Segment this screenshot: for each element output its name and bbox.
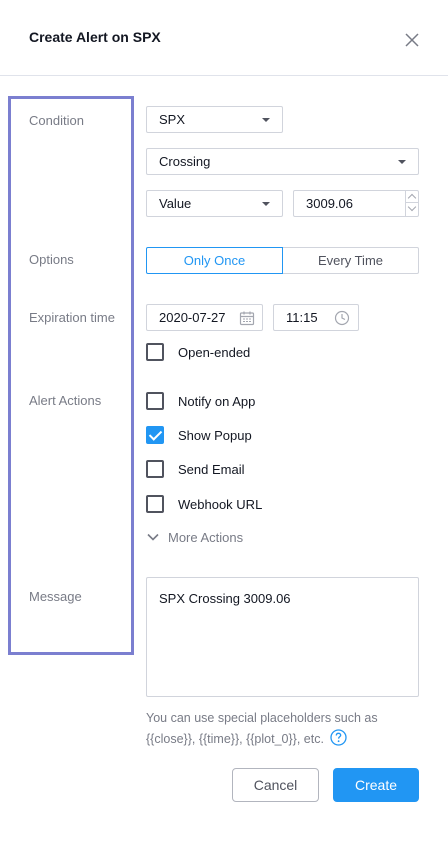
chevron-down-icon	[147, 533, 159, 541]
open-ended-checkbox[interactable]: Open-ended	[146, 343, 250, 361]
only-once-option[interactable]: Only Once	[146, 247, 283, 274]
help-icon[interactable]	[330, 729, 348, 746]
more-actions-label: More Actions	[168, 529, 244, 545]
message-textarea[interactable]: SPX Crossing 3009.06	[146, 577, 419, 697]
labels-highlight-frame	[8, 96, 134, 655]
webhook-box[interactable]	[146, 495, 164, 513]
every-time-option[interactable]: Every Time	[283, 247, 419, 274]
target-type-select[interactable]: Value	[146, 190, 283, 217]
symbol-value: SPX	[159, 112, 186, 127]
alert-actions-label: Alert Actions	[29, 393, 102, 408]
trigger-options-toggle: Only Once Every Time	[146, 247, 419, 274]
chevron-down-icon	[262, 202, 270, 206]
webhook-label: Webhook URL	[178, 496, 263, 512]
symbol-select[interactable]: SPX	[146, 106, 283, 133]
expiration-date-text: 2020-07-27	[159, 310, 226, 325]
show-popup-label: Show Popup	[178, 427, 252, 443]
notify-app-label: Notify on App	[178, 393, 256, 409]
message-text: SPX Crossing 3009.06	[159, 591, 291, 606]
target-value-text: 3009.06	[306, 196, 353, 211]
placeholder-hint: You can use special placeholders such as…	[146, 708, 426, 750]
stepper-down-button[interactable]	[406, 203, 418, 215]
stepper-up-button[interactable]	[406, 191, 418, 203]
dialog-title: Create Alert on SPX	[29, 29, 161, 45]
create-alert-dialog: Create Alert on SPX Condition Options Ex…	[0, 0, 448, 842]
cancel-button[interactable]: Cancel	[232, 768, 319, 802]
chevron-down-icon	[262, 118, 270, 122]
expiration-date-input[interactable]: 2020-07-27	[146, 304, 263, 331]
open-ended-box[interactable]	[146, 343, 164, 361]
notify-app-checkbox[interactable]: Notify on App	[146, 392, 255, 410]
show-popup-checkbox[interactable]: Show Popup	[146, 426, 252, 444]
calendar-icon	[239, 311, 255, 326]
more-actions-toggle[interactable]: More Actions	[146, 528, 243, 546]
webhook-checkbox[interactable]: Webhook URL	[146, 495, 262, 513]
message-label: Message	[29, 589, 82, 604]
target-value-input[interactable]: 3009.06	[293, 190, 419, 217]
close-icon	[405, 33, 419, 47]
send-email-label: Send Email	[178, 461, 245, 477]
create-button[interactable]: Create	[333, 768, 419, 802]
clock-icon	[334, 310, 350, 326]
expiration-label: Expiration time	[29, 310, 115, 325]
target-type-value: Value	[159, 196, 192, 211]
value-stepper	[405, 191, 418, 216]
chevron-down-icon	[398, 160, 406, 164]
condition-label: Condition	[29, 113, 84, 128]
options-label: Options	[29, 252, 74, 267]
dialog-header: Create Alert on SPX	[0, 0, 448, 76]
notify-app-box[interactable]	[146, 392, 164, 410]
send-email-checkbox[interactable]: Send Email	[146, 460, 244, 478]
send-email-box[interactable]	[146, 460, 164, 478]
close-button[interactable]	[400, 28, 424, 52]
operator-value: Crossing	[159, 154, 211, 169]
open-ended-label: Open-ended	[178, 344, 251, 360]
show-popup-box[interactable]	[146, 426, 164, 444]
operator-select[interactable]: Crossing	[146, 148, 419, 175]
expiration-time-text: 11:15	[286, 310, 318, 325]
expiration-time-input[interactable]: 11:15	[273, 304, 359, 331]
